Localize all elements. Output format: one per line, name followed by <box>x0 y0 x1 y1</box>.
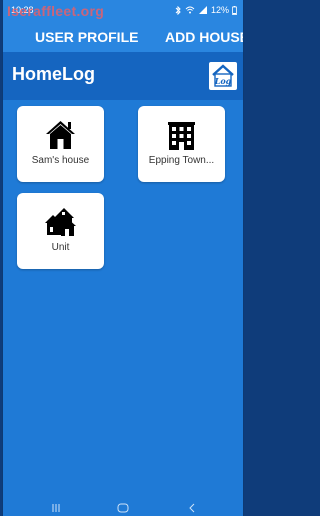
watermark: Iseraffleet.org <box>7 3 105 19</box>
houses-icon <box>45 208 76 236</box>
app-logo: Log <box>209 62 237 90</box>
house-card-sams-house[interactable]: Sam's house <box>17 106 104 182</box>
svg-text:Log: Log <box>214 76 232 86</box>
tab-user-profile[interactable]: USER PROFILE <box>35 29 138 45</box>
tab-add-house[interactable]: ADD HOUSE <box>165 29 243 45</box>
homelog-logo-icon: Log <box>212 64 234 87</box>
battery-percent: 12% <box>210 5 229 15</box>
wifi-icon <box>185 6 195 14</box>
status-bar: 10:28 Iseraffleet.org 12% <box>3 0 243 22</box>
system-nav-bar <box>3 500 243 516</box>
house-card-epping-town[interactable]: Epping Town... <box>138 106 225 182</box>
app-bar: HomeLog Log <box>3 52 243 100</box>
phone-screen: 10:28 Iseraffleet.org 12% USER PROFILE A… <box>2 0 244 516</box>
home-icon[interactable] <box>117 503 129 513</box>
bluetooth-icon <box>175 5 181 15</box>
app-title: HomeLog <box>12 64 95 84</box>
back-icon[interactable] <box>187 503 197 513</box>
status-icons: 12% <box>175 5 237 15</box>
house-card-unit[interactable]: Unit <box>17 193 104 269</box>
house-icon <box>46 121 75 149</box>
recents-icon[interactable] <box>51 503 61 513</box>
building-icon <box>168 122 195 150</box>
house-card-label: Epping Town... <box>148 155 215 166</box>
signal-icon <box>198 6 207 14</box>
battery-icon <box>232 5 237 15</box>
house-card-label: Unit <box>51 242 70 253</box>
tab-bar: USER PROFILE ADD HOUSE <box>3 22 243 52</box>
house-card-label: Sam's house <box>31 155 90 166</box>
